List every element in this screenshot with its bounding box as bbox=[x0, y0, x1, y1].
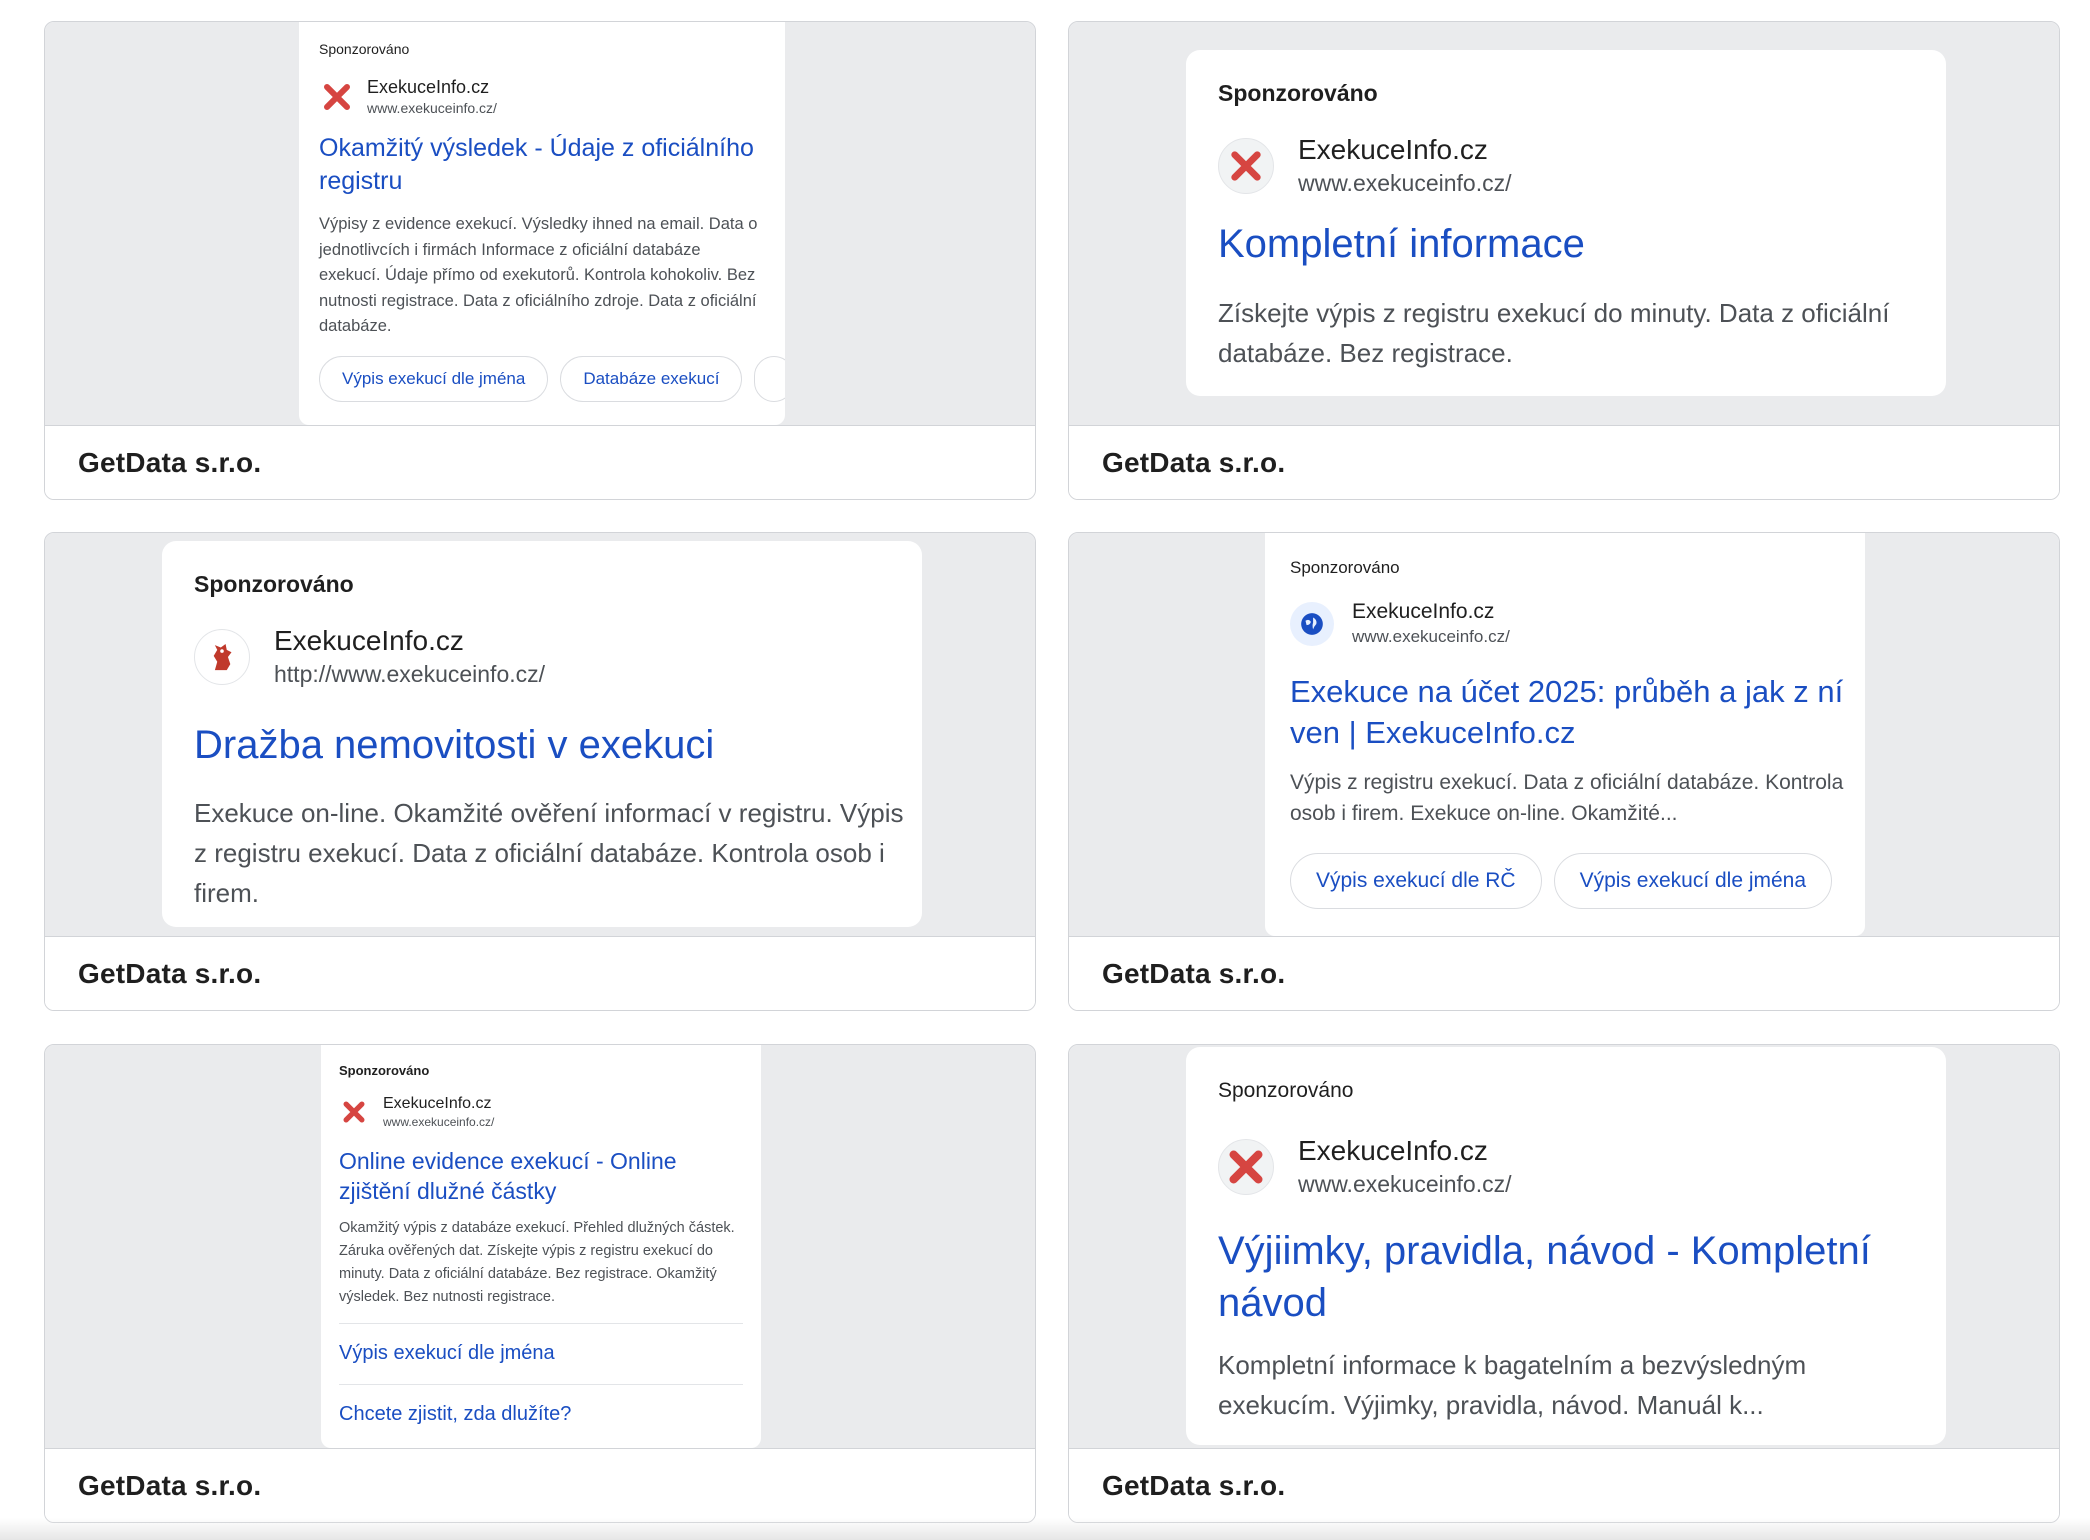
ad-preview-card[interactable]: Sponzorováno ExekuceInfo.cz www.exekucei… bbox=[1068, 1044, 2060, 1523]
site-name: ExekuceInfo.cz bbox=[383, 1095, 492, 1112]
chip-button[interactable]: Výpis exekucí dle RČ bbox=[1290, 853, 1542, 909]
ad-title-link[interactable]: Exekuce na účet 2025: průběh a jak z ní … bbox=[1290, 671, 1850, 753]
ad-title-link[interactable]: Kompletní informace bbox=[1218, 222, 1585, 267]
ad-title-link[interactable]: Výjiimky, pravidla, návod - Kompletní ná… bbox=[1218, 1225, 1918, 1329]
site-name: ExekuceInfo.cz bbox=[367, 77, 490, 97]
chip-row: Výpis exekucí dle jména Databáze exekucí bbox=[319, 356, 785, 402]
chip-button-partial[interactable] bbox=[754, 356, 785, 402]
ad-creative: Sponzorováno ExekuceInfo.cz www.exekucei… bbox=[299, 22, 785, 425]
card-footer: GetData s.r.o. bbox=[45, 1448, 1035, 1522]
ad-preview-area: Sponzorováno ExekuceInfo.cz http://www.e… bbox=[45, 533, 1035, 936]
chip-button[interactable]: Výpis exekucí dle jména bbox=[319, 356, 549, 402]
ad-description: Získejte výpis z registru exekucí do min… bbox=[1218, 298, 1890, 368]
ad-title-link[interactable]: Online evidence exekucí - Online zjištěn… bbox=[339, 1146, 739, 1206]
ad-title-link[interactable]: Dražba nemovitosti v exekuci bbox=[194, 723, 714, 768]
site-name: ExekuceInfo.cz bbox=[1298, 134, 1488, 165]
ad-preview-area: Sponzorováno ExekuceInfo.cz www.exekucei… bbox=[1069, 1045, 2059, 1448]
advertiser-name: GetData s.r.o. bbox=[1102, 957, 1286, 989]
site-url: www.exekuceinfo.cz/ bbox=[383, 1115, 495, 1129]
site-name: ExekuceInfo.cz bbox=[274, 625, 464, 656]
ad-preview-card[interactable]: Sponzorováno ExekuceInfo.cz www.exekucei… bbox=[44, 21, 1036, 500]
lion-emblem-icon bbox=[194, 628, 250, 685]
red-x-icon bbox=[319, 79, 355, 115]
red-x-icon bbox=[1218, 1138, 1274, 1195]
ad-creative: Sponzorováno ExekuceInfo.cz www.exekucei… bbox=[1186, 1047, 1946, 1445]
site-name: ExekuceInfo.cz bbox=[1298, 1135, 1488, 1166]
sponsored-label: Sponzorováno bbox=[1290, 558, 1400, 577]
red-x-icon bbox=[339, 1097, 369, 1127]
sponsored-label: Sponzorováno bbox=[319, 41, 410, 57]
sponsored-label: Sponzorováno bbox=[1218, 80, 1378, 106]
card-footer: GetData s.r.o. bbox=[1069, 425, 2059, 499]
ad-preview-area: Sponzorováno ExekuceInfo.cz www.exekucei… bbox=[1069, 22, 2059, 425]
chip-button[interactable]: Databáze exekucí bbox=[560, 356, 743, 402]
ad-preview-card[interactable]: Sponzorováno ExekuceInfo.cz www.exekucei… bbox=[44, 1044, 1036, 1523]
advertiser-name: GetData s.r.o. bbox=[78, 446, 262, 478]
ad-preview-card[interactable]: Sponzorováno ExekuceInfo.cz www.exekucei… bbox=[1068, 532, 2060, 1011]
ad-preview-card[interactable]: Sponzorováno ExekuceInfo.cz www.exekucei… bbox=[1068, 21, 2060, 500]
site-url: http://www.exekuceinfo.cz/ bbox=[274, 661, 546, 687]
card-footer: GetData s.r.o. bbox=[1069, 1448, 2059, 1522]
chip-button[interactable]: Výpis exekucí dle jména bbox=[1553, 853, 1833, 909]
site-url: www.exekuceinfo.cz/ bbox=[367, 100, 497, 116]
ad-title-link[interactable]: Okamžitý výsledek - Údaje z oficiálního … bbox=[319, 132, 769, 198]
site-url: www.exekuceinfo.cz/ bbox=[1298, 170, 1512, 196]
site-url: www.exekuceinfo.cz/ bbox=[1352, 627, 1510, 646]
ad-creative: Sponzorováno ExekuceInfo.cz http://www.e… bbox=[162, 541, 922, 927]
ad-description: Kompletní informace k bagatelním a bezvý… bbox=[1218, 1350, 1807, 1420]
sponsored-label: Sponzorováno bbox=[339, 1063, 430, 1078]
ad-preview-area: Sponzorováno ExekuceInfo.cz www.exekucei… bbox=[45, 22, 1035, 425]
chip-row: Výpis exekucí dle RČ Výpis exekucí dle j… bbox=[1290, 853, 1833, 909]
ad-creative: Sponzorováno ExekuceInfo.cz www.exekucei… bbox=[321, 1045, 761, 1448]
site-name: ExekuceInfo.cz bbox=[1352, 600, 1495, 623]
card-footer: GetData s.r.o. bbox=[45, 425, 1035, 499]
red-x-icon bbox=[1218, 137, 1274, 194]
site-url: www.exekuceinfo.cz/ bbox=[1298, 1171, 1512, 1197]
bottom-fade bbox=[0, 1518, 2090, 1540]
card-footer: GetData s.r.o. bbox=[45, 936, 1035, 1010]
ad-preview-card[interactable]: Sponzorováno ExekuceInfo.cz http://www.e… bbox=[44, 532, 1036, 1011]
ad-creative: Sponzorováno ExekuceInfo.cz www.exekucei… bbox=[1265, 533, 1865, 936]
ad-creative: Sponzorováno ExekuceInfo.cz www.exekucei… bbox=[1186, 50, 1946, 396]
advertiser-name: GetData s.r.o. bbox=[1102, 1469, 1286, 1501]
advertiser-name: GetData s.r.o. bbox=[78, 957, 262, 989]
ad-description: Výpis z registru exekucí. Data z oficiál… bbox=[1290, 771, 1844, 825]
ad-description: Výpisy z evidence exekucí. Výsledky ihne… bbox=[319, 215, 758, 335]
sponsored-label: Sponzorováno bbox=[1218, 1079, 1354, 1102]
ad-description: Okamžitý výpis z databáze exekucí. Přehl… bbox=[339, 1220, 735, 1305]
card-footer: GetData s.r.o. bbox=[1069, 936, 2059, 1010]
advertiser-name: GetData s.r.o. bbox=[1102, 446, 1286, 478]
ad-preview-area: Sponzorováno ExekuceInfo.cz www.exekucei… bbox=[1069, 533, 2059, 936]
sitelink[interactable]: Výpis exekucí dle jména bbox=[339, 1323, 743, 1365]
ad-preview-area: Sponzorováno ExekuceInfo.cz www.exekucei… bbox=[45, 1045, 1035, 1448]
ad-description: Exekuce on-line. Okamžité ověření inform… bbox=[194, 798, 904, 908]
sponsored-label: Sponzorováno bbox=[194, 571, 354, 597]
globe-icon bbox=[1290, 601, 1334, 646]
advertiser-name: GetData s.r.o. bbox=[78, 1469, 262, 1501]
sitelink[interactable]: Chcete zjistit, zda dlužíte? bbox=[339, 1384, 743, 1426]
